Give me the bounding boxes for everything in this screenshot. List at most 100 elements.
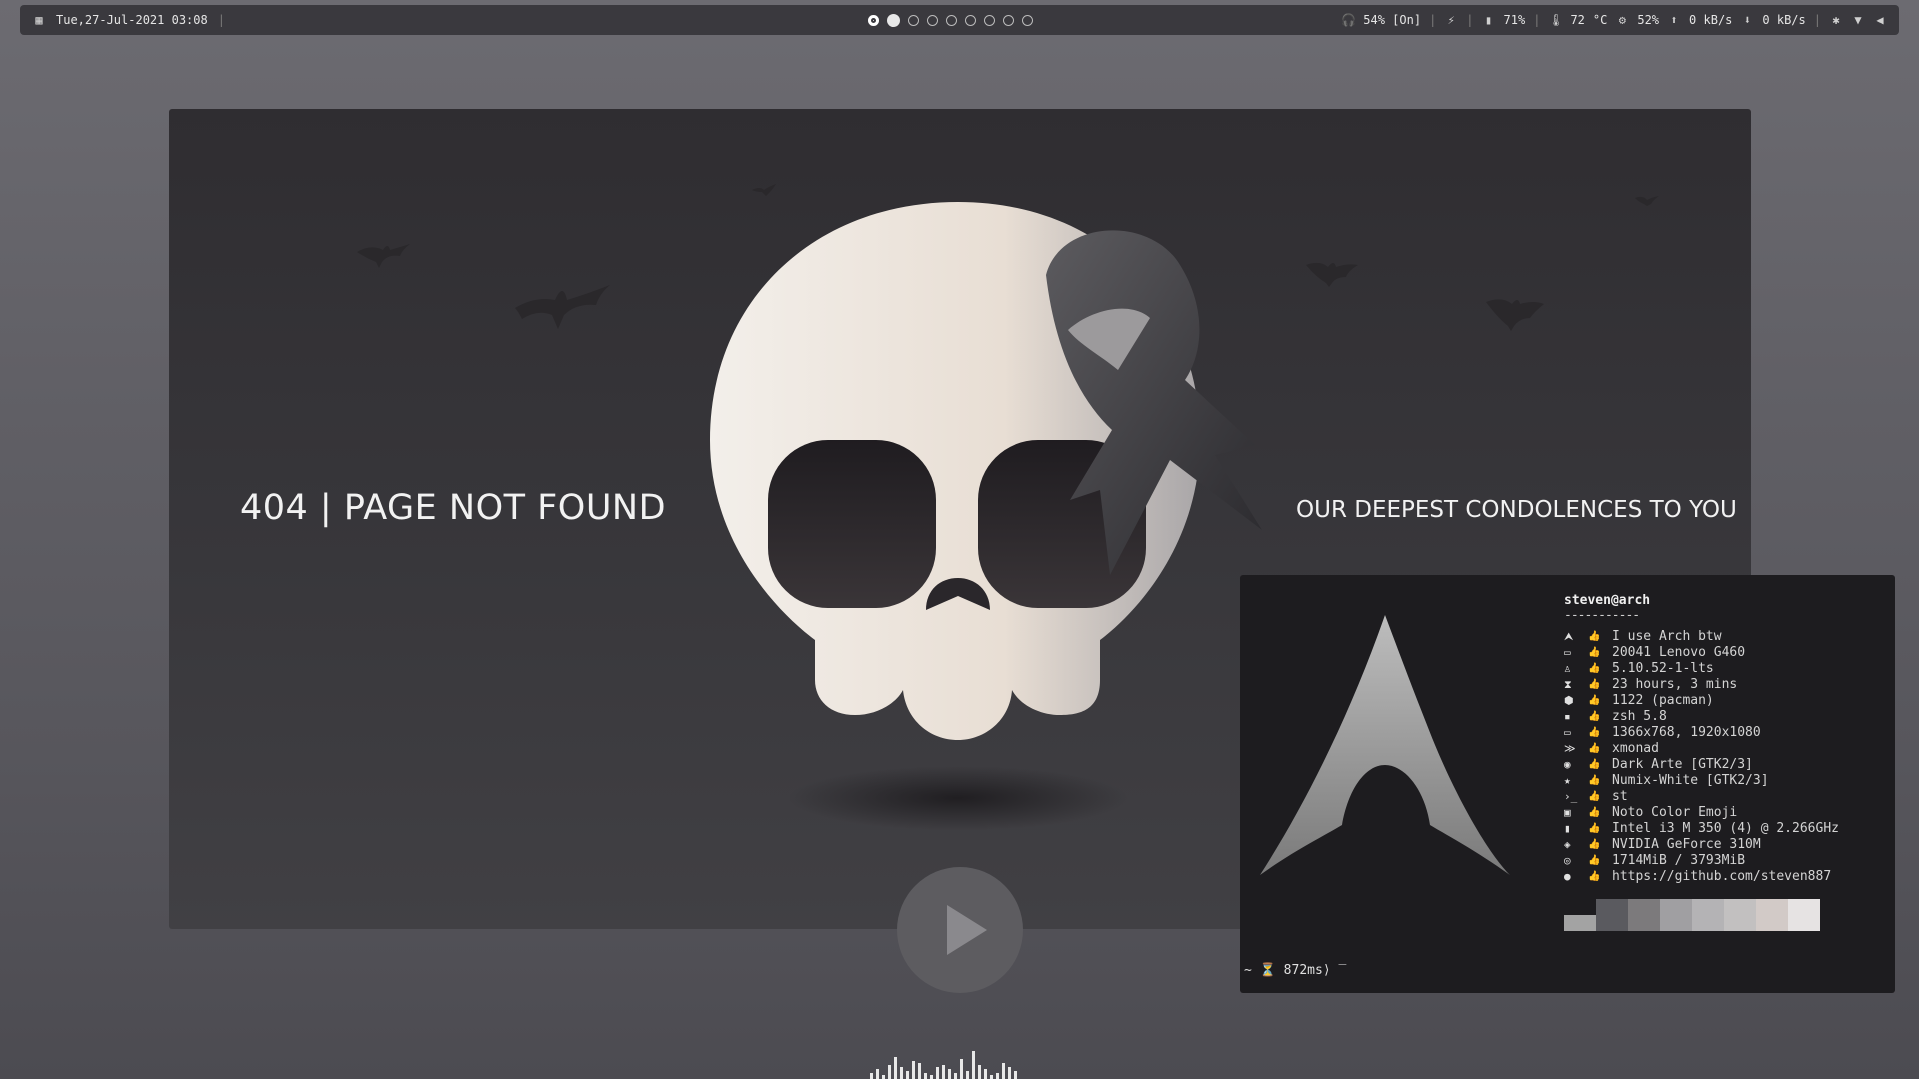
- gpu-icon: ◈: [1564, 838, 1571, 851]
- info-row: ◈ 👍 NVIDIA GeForce 310M: [1564, 837, 1839, 853]
- terminal-icon: ›_: [1564, 790, 1578, 803]
- info-row: ▭ 👍 20041 Lenovo G460: [1564, 645, 1839, 661]
- arch-icon: ⮝: [1564, 630, 1574, 643]
- info-value: 5.10.52-1-lts: [1612, 661, 1714, 676]
- arch-logo: [1260, 615, 1510, 875]
- info-value: https://github.com/steven887: [1612, 869, 1832, 884]
- visualizer-bar: [918, 1063, 921, 1079]
- info-row: ♙ 👍 5.10.52-1-lts: [1564, 661, 1839, 677]
- visualizer-bar: [876, 1069, 879, 1079]
- hourglass-icon: ⧗: [1564, 678, 1572, 691]
- thumbs-up-icon: 👍: [1588, 727, 1601, 738]
- visualizer-bar: [948, 1069, 951, 1079]
- monitor-icon: ▭: [1564, 726, 1571, 739]
- terminal-divider: -----------: [1564, 608, 1640, 623]
- info-row: ▪ 👍 zsh 5.8: [1564, 709, 1839, 725]
- package-icon: ⬢: [1564, 694, 1574, 707]
- visualizer-bar: [960, 1059, 963, 1079]
- info-row: ⧗ 👍 23 hours, 3 mins: [1564, 677, 1839, 693]
- bat-icon: [1635, 196, 1659, 206]
- palette-swatch: [1596, 899, 1628, 931]
- star-icon: ★: [1564, 774, 1571, 787]
- terminal-prompt[interactable]: ~ ⏳ 872ms⟩ ‾: [1244, 963, 1346, 978]
- audio-visualizer: [870, 1051, 1017, 1079]
- skull-eye-left: [768, 440, 936, 608]
- palette-icon: ◉: [1564, 758, 1571, 771]
- visualizer-bar: [1002, 1063, 1005, 1079]
- info-value: Noto Color Emoji: [1612, 805, 1738, 820]
- thumbs-up-icon: 👍: [1588, 759, 1601, 770]
- info-value: Dark Arte [GTK2/3]: [1612, 757, 1753, 772]
- wm-icon: ≫: [1564, 742, 1576, 755]
- thumbs-up-icon: 👍: [1588, 807, 1601, 818]
- laptop-icon: ▭: [1564, 646, 1571, 659]
- info-value: I use Arch btw: [1612, 629, 1722, 644]
- visualizer-bar: [888, 1065, 891, 1079]
- thumbs-up-icon: 👍: [1588, 743, 1601, 754]
- visualizer-bar: [930, 1075, 933, 1079]
- palette-swatch: [1564, 915, 1596, 931]
- info-row: ◉ 👍 Dark Arte [GTK2/3]: [1564, 757, 1839, 773]
- play-button[interactable]: [897, 867, 1023, 993]
- github-icon: ●: [1564, 870, 1571, 883]
- bat-icon: [357, 244, 410, 268]
- palette-swatch: [1788, 899, 1820, 931]
- thumbs-up-icon: 👍: [1588, 711, 1601, 722]
- info-row: ★ 👍 Numix-White [GTK2/3]: [1564, 773, 1839, 789]
- info-value: st: [1612, 789, 1628, 804]
- info-value: zsh 5.8: [1612, 709, 1667, 724]
- bat-icon: [1486, 299, 1544, 331]
- visualizer-bar: [894, 1057, 897, 1079]
- info-value: 1714MiB / 3793MiB: [1612, 853, 1746, 868]
- thumbs-up-icon: 👍: [1588, 823, 1601, 834]
- visualizer-bar: [954, 1073, 957, 1079]
- visualizer-bar: [936, 1067, 939, 1079]
- palette-swatch: [1692, 899, 1724, 931]
- visualizer-bar: [942, 1065, 945, 1079]
- bat-icon: [515, 285, 610, 329]
- terminal-window[interactable]: steven@arch ----------- ⮝ 👍 I use Arch btw…: [1240, 575, 1895, 993]
- info-value: 23 hours, 3 mins: [1612, 677, 1738, 692]
- info-row: ● 👍 https://github.com/steven887: [1564, 869, 1839, 885]
- visualizer-bar: [882, 1075, 885, 1079]
- palette-swatch: [1756, 899, 1788, 931]
- visualizer-bar: [978, 1065, 981, 1079]
- thumbs-up-icon: 👍: [1588, 647, 1601, 658]
- thumbs-up-icon: 👍: [1588, 855, 1601, 866]
- visualizer-bar: [972, 1051, 975, 1079]
- system-info-list: ⮝ 👍 I use Arch btw ▭ 👍 20041 Lenovo G460 ♙ 👍 5.1…: [1564, 629, 1839, 885]
- thumbs-up-icon: 👍: [1588, 791, 1601, 802]
- thumbs-up-icon: 👍: [1588, 695, 1601, 706]
- visualizer-bar: [966, 1071, 969, 1079]
- font-icon: ▣: [1564, 806, 1571, 819]
- palette-swatch: [1660, 899, 1692, 931]
- memory-icon: ◎: [1564, 854, 1571, 867]
- info-value: 1122 (pacman): [1612, 693, 1714, 708]
- terminal-user: steven@arch: [1564, 593, 1651, 608]
- palette-swatch: [1724, 899, 1756, 931]
- visualizer-bar: [900, 1067, 903, 1079]
- info-value: Numix-White [GTK2/3]: [1612, 773, 1769, 788]
- bat-icon: [1306, 262, 1358, 287]
- cpu-icon: ▮: [1564, 822, 1571, 835]
- info-value: Intel i3 M 350 (4) @ 2.266GHz: [1612, 821, 1839, 836]
- info-value: NVIDIA GeForce 310M: [1612, 837, 1761, 852]
- page-not-found-title: 404 | PAGE NOT FOUND: [240, 488, 667, 528]
- thumbs-up-icon: 👍: [1588, 775, 1601, 786]
- info-row: ▭ 👍 1366x768, 1920x1080: [1564, 725, 1839, 741]
- info-row: ≫ 👍 xmonad: [1564, 741, 1839, 757]
- visualizer-bar: [1014, 1071, 1017, 1079]
- visualizer-bar: [1008, 1067, 1011, 1079]
- info-value: 1366x768, 1920x1080: [1612, 725, 1761, 740]
- thumbs-up-icon: 👍: [1588, 871, 1601, 882]
- info-row: ◎ 👍 1714MiB / 3793MiB: [1564, 853, 1839, 869]
- info-value: 20041 Lenovo G460: [1612, 645, 1746, 660]
- shell-icon: ▪: [1564, 710, 1571, 723]
- tux-icon: ♙: [1564, 662, 1571, 675]
- thumbs-up-icon: 👍: [1588, 839, 1601, 850]
- info-row: ⮝ 👍 I use Arch btw: [1564, 629, 1839, 645]
- thumbs-up-icon: 👍: [1588, 679, 1601, 690]
- info-row: ▣ 👍 Noto Color Emoji: [1564, 805, 1839, 821]
- info-row: ⬢ 👍 1122 (pacman): [1564, 693, 1839, 709]
- palette-swatch: [1628, 899, 1660, 931]
